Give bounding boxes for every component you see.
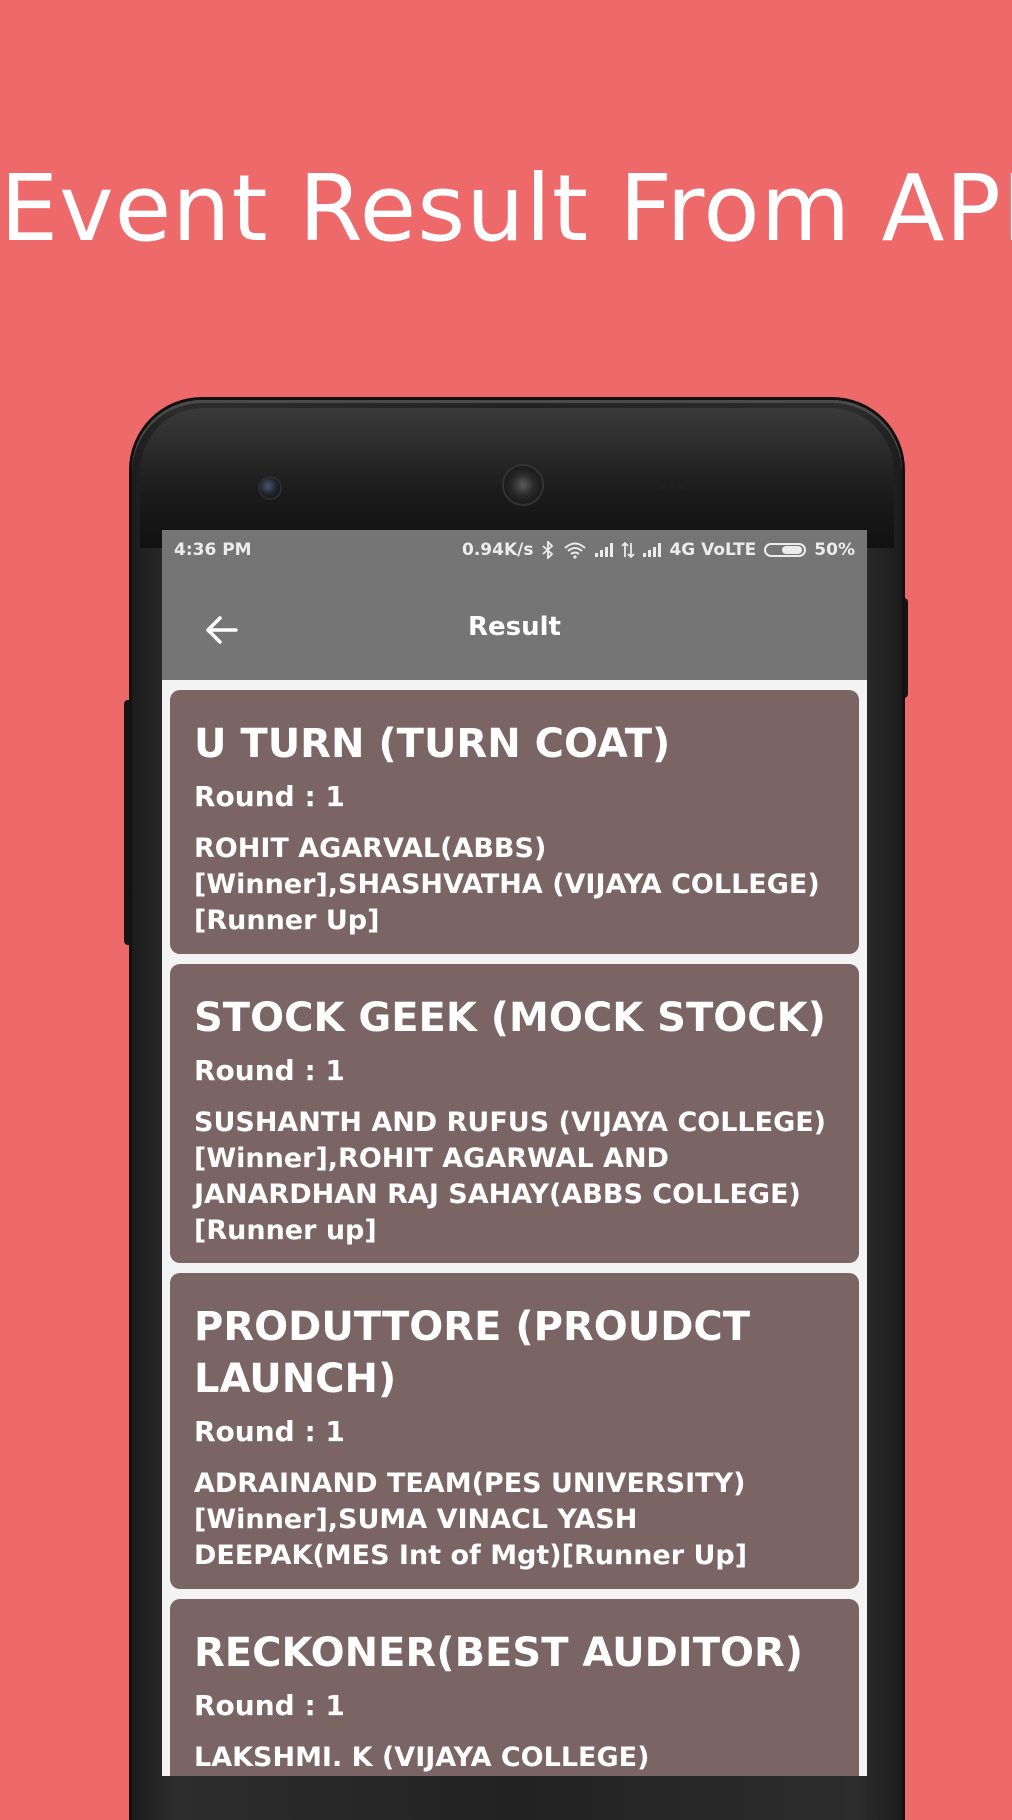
event-round: Round : 1 <box>194 1689 345 1722</box>
event-title: PRODUTTORE (PROUDCT LAUNCH) <box>194 1304 751 1402</box>
event-result: ROHIT AGARVAL(ABBS) [Winner],SHASHVATHA … <box>194 833 820 936</box>
event-result: LAKSHMI. K (VIJAYA COLLEGE) <box>194 1742 650 1773</box>
status-bar: 4:36 PM 0.94K/s 4G VoLTE 50% <box>162 530 867 568</box>
phone-top-bezel <box>140 408 894 548</box>
wifi-icon <box>564 542 587 559</box>
result-card[interactable]: RECKONER(BEST AUDITOR) Round : 1 LAKSHMI… <box>170 1599 859 1776</box>
event-round: Round : 1 <box>194 1054 345 1087</box>
result-card[interactable]: STOCK GEEK (MOCK STOCK) Round : 1 SUSHAN… <box>170 964 859 1263</box>
event-round: Round : 1 <box>194 1415 345 1448</box>
event-round: Round : 1 <box>194 780 345 813</box>
earpiece-speaker-icon <box>502 464 544 506</box>
network-type: 4G VoLTE <box>669 540 757 560</box>
network-speed: 0.94K/s <box>462 540 534 560</box>
battery-percent: 50% <box>814 540 855 560</box>
result-card[interactable]: PRODUTTORE (PROUDCT LAUNCH) Round : 1 AD… <box>170 1273 859 1589</box>
status-time: 4:36 PM <box>174 540 252 560</box>
promo-headline: Event Result From API <box>0 155 1012 262</box>
result-card[interactable]: U TURN (TURN COAT) Round : 1 ROHIT AGARV… <box>170 690 859 954</box>
event-title: U TURN (TURN COAT) <box>194 721 671 767</box>
result-list: U TURN (TURN COAT) Round : 1 ROHIT AGARV… <box>170 690 859 1776</box>
event-result: SUSHANTH AND RUFUS (VIJAYA COLLEGE)[Winn… <box>194 1107 827 1246</box>
event-title: RECKONER(BEST AUDITOR) <box>194 1630 804 1676</box>
app-bar: 4:36 PM 0.94K/s 4G VoLTE 50% Result <box>162 530 867 680</box>
battery-icon <box>764 543 807 557</box>
front-camera-icon <box>258 476 282 500</box>
signal-bars-icon-2 <box>643 543 662 557</box>
data-transfer-icon <box>621 541 636 559</box>
event-result: ADRAINAND TEAM(PES UNIVERSITY) [Winner],… <box>194 1468 748 1571</box>
page-title: Result <box>468 612 561 642</box>
status-icons: 0.94K/s 4G VoLTE 50% <box>462 540 855 560</box>
proximity-sensor-icon <box>660 484 666 490</box>
signal-bars-icon <box>595 543 614 557</box>
bluetooth-icon <box>542 541 554 559</box>
phone-screen: 4:36 PM 0.94K/s 4G VoLTE 50% Result U TU… <box>162 530 867 1776</box>
light-sensor-icon <box>678 484 684 490</box>
event-title: STOCK GEEK (MOCK STOCK) <box>194 995 826 1041</box>
